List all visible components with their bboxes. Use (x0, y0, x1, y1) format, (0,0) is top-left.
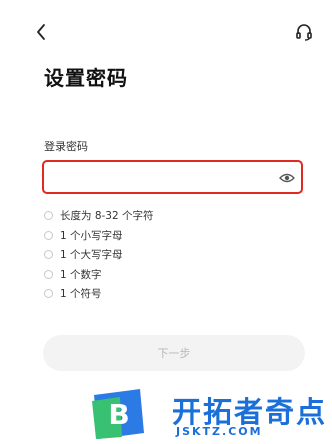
password-field[interactable] (42, 160, 303, 194)
requirement-status-icon (44, 269, 53, 279)
requirement-text: 1 个小写字母 (60, 229, 123, 242)
customer-service-button[interactable] (294, 22, 314, 42)
password-input[interactable] (52, 166, 272, 188)
requirement-status-icon (44, 230, 53, 240)
requirement-text: 1 个大写字母 (60, 249, 123, 262)
eye-icon (279, 173, 295, 183)
requirement-status-icon (44, 289, 53, 299)
requirement-text: 长度为 8-32 个字符 (60, 210, 154, 223)
requirement-item: 长度为 8-32 个字符 (44, 206, 154, 226)
toggle-password-visibility-button[interactable] (279, 170, 295, 184)
svg-text:B: B (108, 398, 129, 431)
requirement-item: 1 个符号 (44, 284, 154, 304)
requirement-item: 1 个大写字母 (44, 245, 154, 265)
requirement-item: 1 个小写字母 (44, 226, 154, 246)
password-requirements-list: 长度为 8-32 个字符 1 个小写字母 1 个大写字母 1 个数字 1 个符号 (44, 206, 154, 304)
site-logo: B (92, 389, 144, 439)
page-title: 设置密码 (44, 66, 128, 90)
requirement-status-icon (44, 250, 53, 260)
requirement-status-icon (44, 211, 53, 221)
back-button[interactable] (34, 22, 50, 42)
password-label: 登录密码 (44, 140, 88, 153)
next-step-button[interactable]: 下一步 (43, 335, 305, 371)
set-password-screen: 设置密码 登录密码 长度为 8-32 个字符 1 个小写字母 1 个大写字母 1… (0, 0, 332, 444)
headset-icon (296, 24, 312, 41)
requirement-text: 1 个符号 (60, 288, 102, 301)
watermark: B 开拓者奇点 JSKTZ.COM (88, 385, 332, 444)
chevron-left-icon (37, 24, 45, 40)
requirement-item: 1 个数字 (44, 265, 154, 285)
requirement-text: 1 个数字 (60, 268, 102, 281)
watermark-url: JSKTZ.COM (176, 425, 263, 438)
